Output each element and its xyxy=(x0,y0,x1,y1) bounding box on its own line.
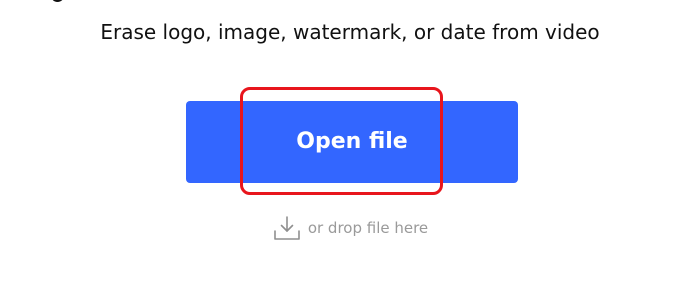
open-file-button[interactable]: Open file xyxy=(186,101,518,183)
heading-fragment xyxy=(51,0,64,2)
page: Erase logo, image, watermark, or date fr… xyxy=(0,0,700,285)
page-subtitle: Erase logo, image, watermark, or date fr… xyxy=(100,20,600,44)
open-file-label: Open file xyxy=(296,129,408,154)
drop-zone[interactable]: or drop file here xyxy=(0,214,700,242)
download-tray-icon xyxy=(272,214,302,242)
drop-hint-text: or drop file here xyxy=(307,219,429,237)
